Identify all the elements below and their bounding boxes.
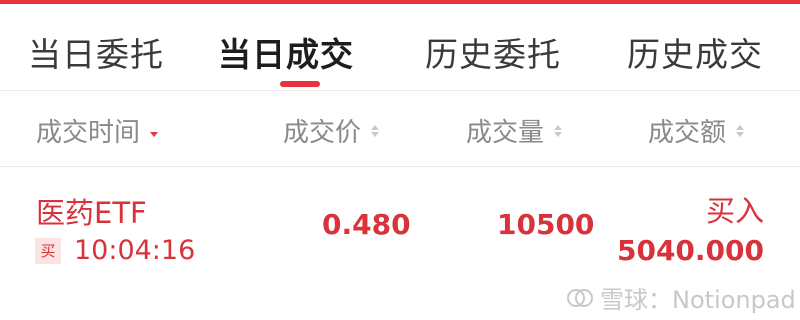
tab-history-trades[interactable]: 历史成交 — [627, 28, 763, 76]
trade-row[interactable]: 医药ETF 买 10:04:16 0.480 10500 买入 5040.000 — [0, 170, 800, 280]
column-header-time-label: 成交时间 — [36, 118, 141, 148]
trade-quantity: 10500 — [497, 208, 595, 241]
tab-history-orders[interactable]: 历史委托 — [425, 28, 561, 76]
trade-security-name: 医药ETF — [36, 196, 147, 230]
column-header-price[interactable]: 成交价 — [283, 112, 380, 149]
column-header-price-label: 成交价 — [283, 118, 362, 148]
top-accent-bar — [0, 0, 800, 4]
tab-bar: 当日委托 当日成交 历史委托 历史成交 — [0, 12, 800, 91]
trade-price: 0.480 — [322, 208, 411, 241]
column-header-amount[interactable]: 成交额 — [648, 112, 745, 149]
sort-arrows-icon — [554, 124, 563, 137]
column-header-amount-label: 成交额 — [648, 118, 727, 148]
trade-side: 买入 — [705, 194, 764, 228]
column-header-row: 成交时间 成交价 成交量 成交额 — [0, 90, 800, 167]
trade-amount: 5040.000 — [616, 234, 764, 267]
tab-today-trades[interactable]: 当日成交 — [218, 28, 354, 76]
sort-arrows-icon — [736, 124, 745, 137]
trade-time: 10:04:16 — [74, 235, 196, 266]
sort-arrows-icon — [150, 125, 159, 137]
watermark-text: 雪球：Notionpad — [600, 286, 796, 314]
column-header-time[interactable]: 成交时间 — [36, 112, 159, 149]
tab-today-orders[interactable]: 当日委托 — [28, 28, 164, 76]
sort-arrows-icon — [371, 124, 380, 137]
watermark: 雪球：Notionpad — [566, 280, 796, 315]
active-tab-indicator — [280, 81, 320, 87]
column-header-quantity[interactable]: 成交量 — [466, 112, 563, 149]
xueqiu-logo-icon — [567, 288, 593, 307]
buy-badge: 买 — [35, 238, 61, 264]
column-header-quantity-label: 成交量 — [466, 118, 545, 148]
